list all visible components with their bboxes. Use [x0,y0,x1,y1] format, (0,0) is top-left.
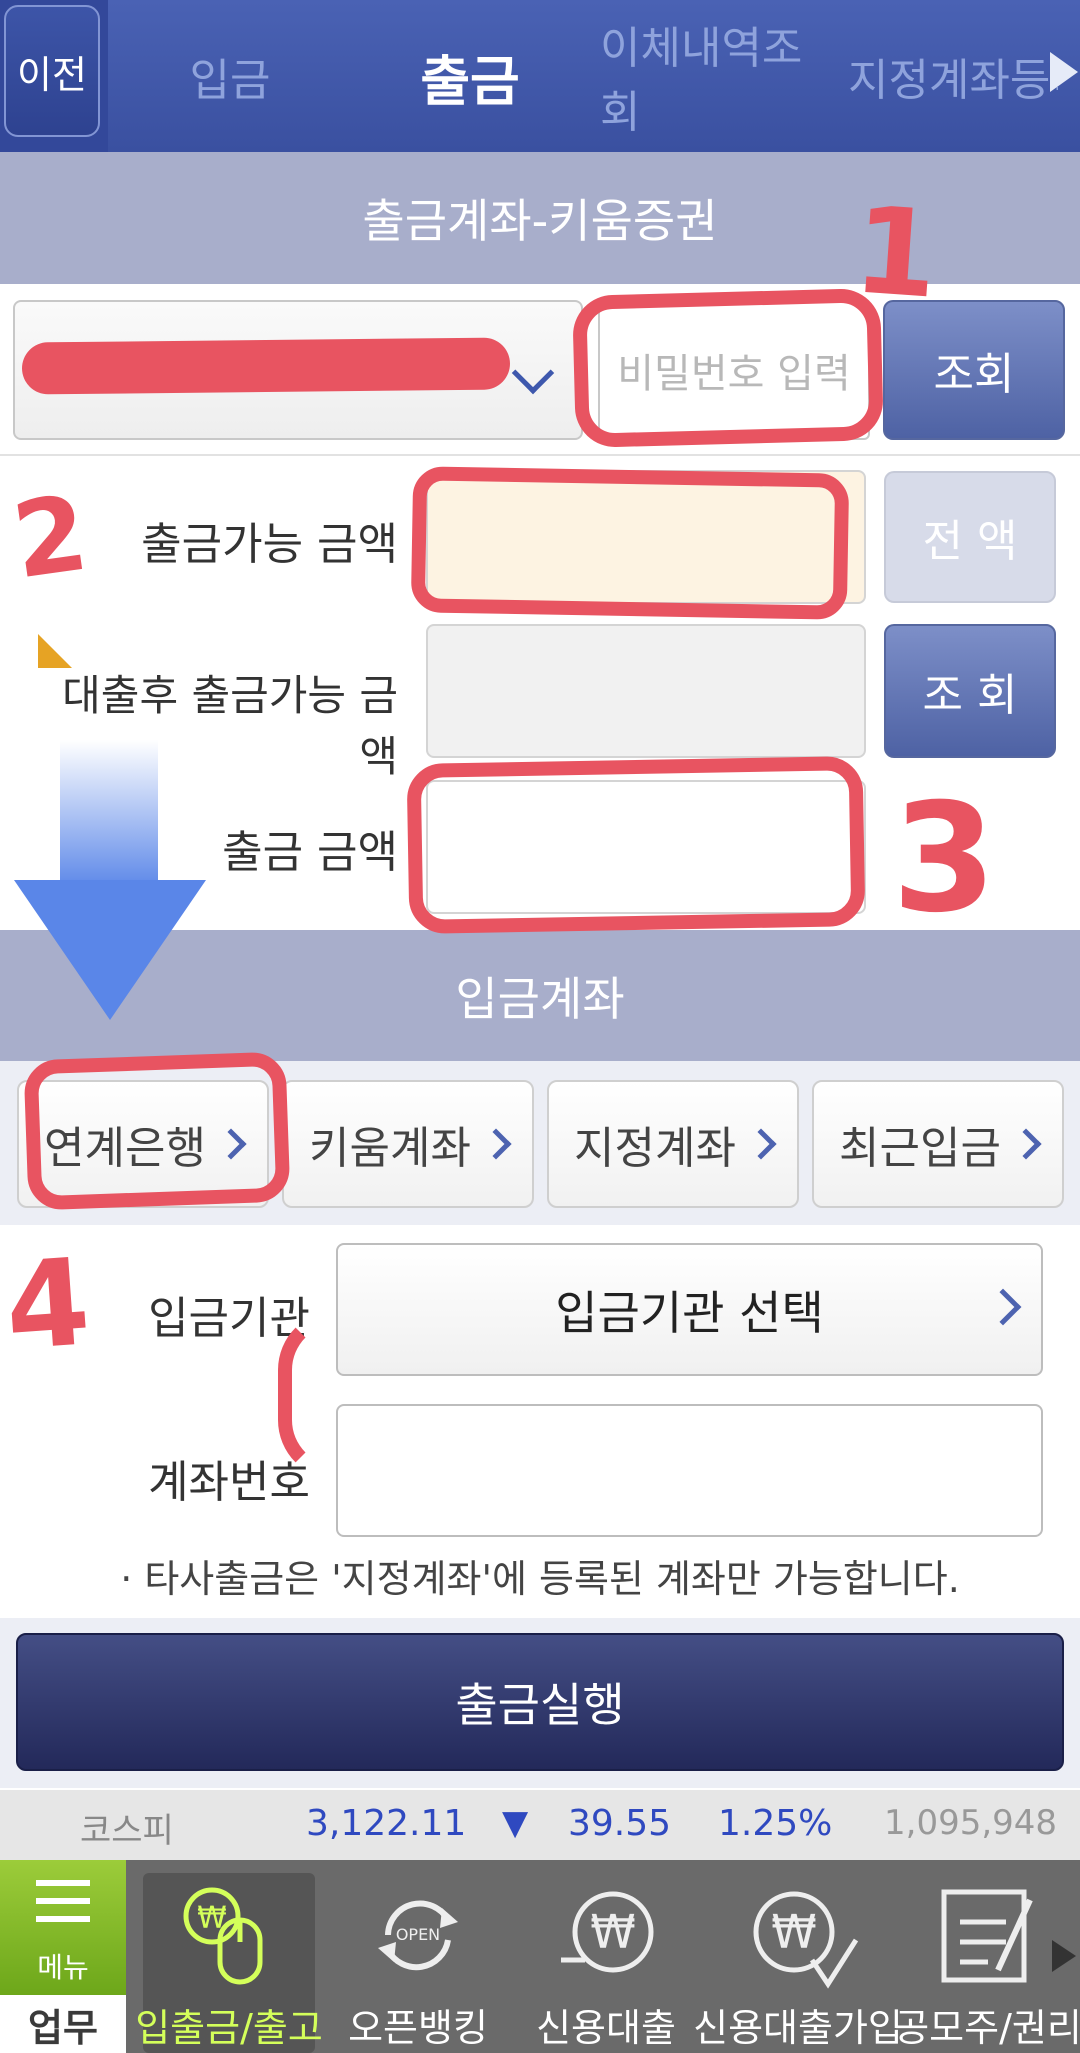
annotation-circle-password [572,287,884,449]
nav-credit-loan[interactable]: 신용대출 [524,1995,688,2053]
menu-label: 메뉴 [37,1951,89,1984]
deposit-withdraw-mouse-icon[interactable]: ₩ [176,1880,286,1990]
work-tab[interactable]: 업무 [0,1995,126,2053]
back-button[interactable]: 이전 [4,5,100,137]
ticker-value: 3,122.11 [306,1803,467,1844]
full-amount-button[interactable]: 전 액 [884,471,1056,603]
open-banking-icon[interactable]: OPEN [368,1880,468,1990]
hamburger-icon [36,1880,90,1886]
available-amount-label: 출금가능 금액 [141,519,398,570]
nav-deposit-withdraw[interactable]: 입출금/출고 [135,1995,323,2053]
annotation-number-1: 1 [849,181,943,326]
ticker-name: 코스피 [80,1811,174,1851]
bank-tab-designated[interactable]: 지정계좌 [547,1080,799,1208]
execute-withdraw-button[interactable]: 출금실행 [16,1633,1064,1771]
annotation-circle-bank-tab [23,1051,291,1211]
annotation-number-2: 2 [5,471,95,603]
tab-register-account[interactable]: 지정계좌등록 [848,0,1058,152]
svg-text:OPEN: OPEN [396,1925,440,1944]
annotation-circle-amount [406,756,866,934]
credit-loan-icon[interactable]: ₩ [555,1880,659,1990]
nav-ipo-rights[interactable]: 공모주/권리 [894,1995,1080,2053]
withdraw-amount-label: 출금 금액 [222,827,398,878]
menu-button[interactable]: 메뉴 [0,1860,126,1995]
arrow-shaft [60,740,158,890]
institution-select[interactable]: 입금기관 선택 [336,1243,1043,1376]
loan-lookup-button[interactable]: 조 회 [884,624,1056,758]
notice-text: · 타사출금은 '지정계좌'에 등록된 계좌만 가능합니다. [120,1557,960,1601]
redaction-mark [21,337,511,395]
svg-text:₩: ₩ [590,1905,635,1959]
credit-loan-signup-icon[interactable]: ₩ [744,1880,864,1990]
nav-scroll-right-icon[interactable] [1052,1940,1076,1972]
ipo-rights-icon[interactable] [938,1880,1034,1990]
nav-credit-loan-signup[interactable]: 신용대출가입 [693,1995,903,2053]
svg-text:₩: ₩ [771,1905,816,1959]
loan-available-field [426,624,866,758]
tab-withdraw[interactable]: 출금 [370,0,570,152]
annotation-number-3: 3 [892,772,997,946]
account-number-input[interactable] [336,1404,1043,1537]
divider [0,454,1080,456]
ticker-rate: 1.25% [718,1803,833,1844]
down-arrow-icon: ▼ [502,1803,529,1843]
annotation-number-4: 4 [1,1233,95,1378]
tab-transfer-history[interactable]: 이체내역조회 [600,0,830,152]
bank-tab-recent[interactable]: 최근입금 [812,1080,1064,1208]
nav-open-banking[interactable]: 오픈뱅킹 [336,1995,500,2053]
institution-label: 입금기관 [148,1293,310,1344]
ticker-change: 39.55 [568,1803,672,1844]
tab-scroll-right-icon[interactable] [1050,52,1078,92]
annotation-circle-available [410,466,850,620]
annotation-bracket [278,1310,358,1480]
arrow-down-icon [14,880,206,1020]
ticker-volume: 1,095,948 [884,1803,1058,1843]
tab-deposit[interactable]: 입금 [140,0,320,152]
bank-tab-kiwoom[interactable]: 키움계좌 [282,1080,534,1208]
account-number-label: 계좌번호 [148,1457,310,1508]
